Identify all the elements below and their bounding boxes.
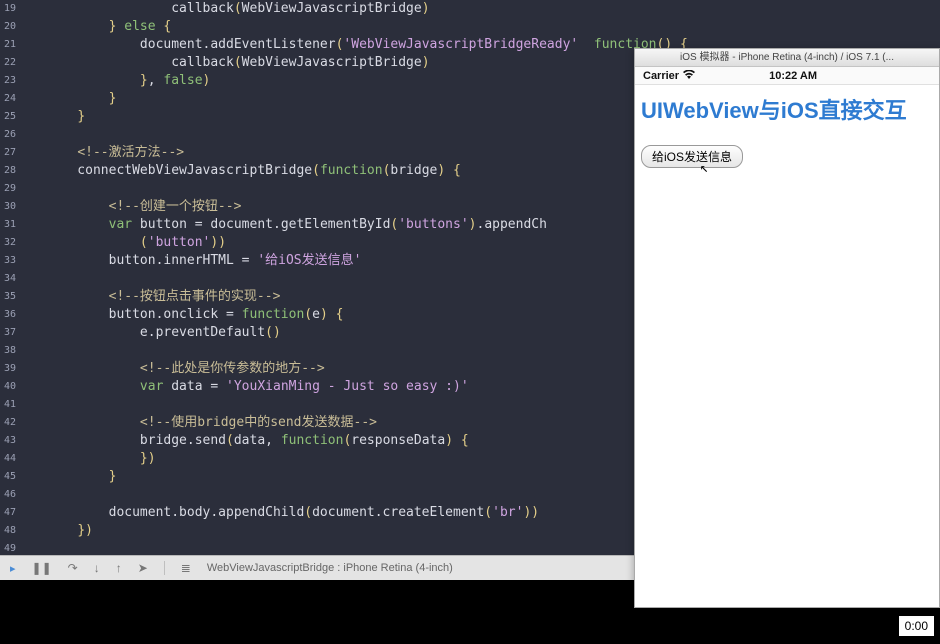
debug-location[interactable]: WebViewJavascriptBridge : iPhone Retina … [207, 562, 453, 574]
wifi-icon [683, 70, 695, 82]
simulator-titlebar[interactable]: iOS 模拟器 - iPhone Retina (4-inch) / iOS 7… [635, 49, 939, 67]
separator [164, 561, 165, 575]
send-to-ios-button[interactable]: 给iOS发送信息 [641, 145, 743, 168]
ios-status-bar: Carrier 10:22 AM [635, 67, 939, 85]
step-out-icon[interactable]: ↑ [116, 561, 122, 575]
location-icon[interactable]: ➤ [138, 561, 148, 575]
recording-timer: 0:00 [899, 616, 934, 636]
ios-simulator-window: iOS 模拟器 - iPhone Retina (4-inch) / iOS 7… [634, 48, 940, 608]
page-title: UIWebView与iOS直接交互 [635, 85, 939, 133]
pause-icon[interactable]: ❚❚ [32, 561, 52, 575]
breakpoint-toggle-icon[interactable]: ▸ [10, 562, 16, 575]
thread-icon[interactable]: ≣ [181, 561, 191, 575]
carrier-label: Carrier [643, 70, 695, 82]
step-over-icon[interactable]: ↷ [68, 561, 78, 575]
status-time: 10:22 AM [769, 70, 817, 82]
line-gutter: 1920212223242526272829303132333435363738… [0, 0, 20, 555]
carrier-text: Carrier [643, 70, 679, 82]
step-into-icon[interactable]: ↓ [94, 561, 100, 575]
